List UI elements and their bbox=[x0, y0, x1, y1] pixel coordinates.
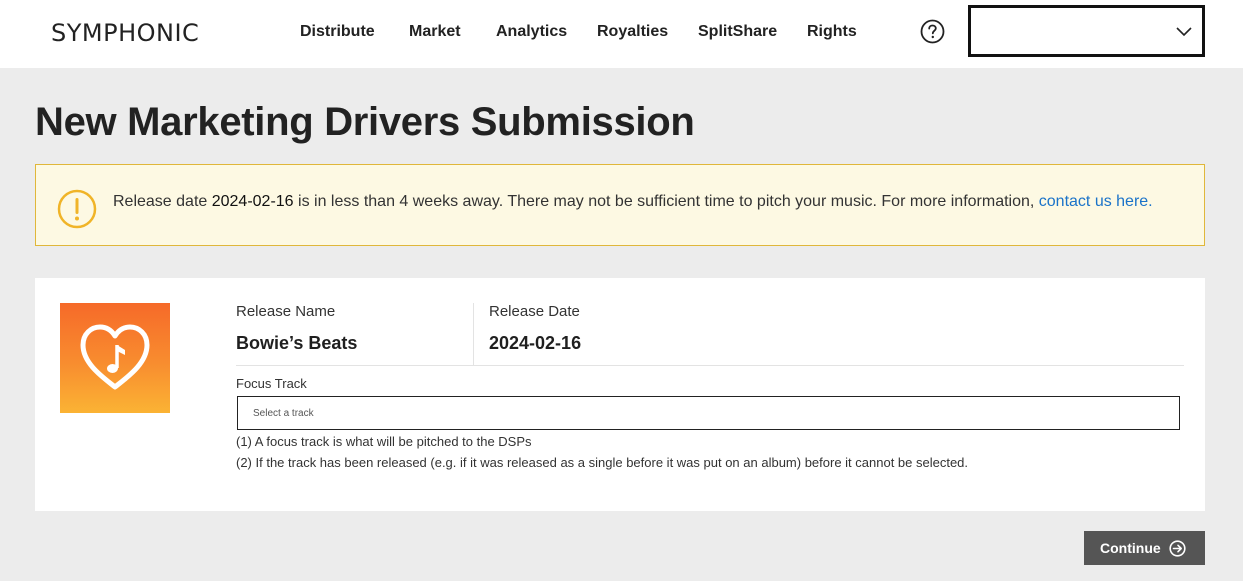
focus-track-label: Focus Track bbox=[236, 376, 307, 391]
heart-music-note-icon bbox=[80, 324, 150, 390]
chevron-down-icon bbox=[1176, 27, 1192, 37]
release-date-label: Release Date bbox=[489, 303, 580, 320]
warning-body: is in less than 4 weeks away. There may … bbox=[293, 193, 1039, 210]
help-icon[interactable] bbox=[920, 19, 945, 44]
contact-us-link[interactable]: contact us here. bbox=[1039, 193, 1153, 210]
symphonic-logo[interactable]: SYMPHONIC bbox=[51, 18, 199, 48]
nav-distribute[interactable]: Distribute bbox=[300, 20, 375, 44]
nav-market[interactable]: Market bbox=[409, 20, 461, 44]
release-cover-art bbox=[60, 303, 170, 413]
focus-note-2: (2) If the track has been released (e.g.… bbox=[236, 455, 969, 470]
arrow-right-circle-icon bbox=[1169, 540, 1186, 557]
release-name-value: Bowie’s Beats bbox=[236, 333, 358, 353]
page-title: New Marketing Drivers Submission bbox=[35, 100, 695, 144]
release-name-label: Release Name bbox=[236, 303, 336, 320]
warning-date: 2024-02-16 bbox=[211, 193, 294, 210]
account-dropdown[interactable] bbox=[968, 5, 1205, 57]
warning-icon bbox=[57, 189, 97, 229]
continue-button[interactable]: Continue bbox=[1084, 531, 1205, 565]
nav-splitshare[interactable]: SplitShare bbox=[698, 20, 777, 44]
top-header: SYMPHONIC Distribute Market Analytics Ro… bbox=[0, 0, 1243, 68]
focus-track-select[interactable]: Select a track bbox=[237, 396, 1180, 430]
nav-analytics[interactable]: Analytics bbox=[496, 20, 567, 44]
section-divider bbox=[236, 365, 1184, 366]
warning-prefix: Release date bbox=[113, 193, 212, 210]
warning-message: Release date 2024-02-16 is in less than … bbox=[113, 191, 1153, 213]
continue-label: Continue bbox=[1100, 540, 1161, 556]
nav-royalties[interactable]: Royalties bbox=[597, 20, 668, 44]
column-divider bbox=[473, 303, 474, 365]
release-date-warning: Release date 2024-02-16 is in less than … bbox=[35, 164, 1205, 246]
nav-rights[interactable]: Rights bbox=[807, 20, 857, 44]
release-card: Release Name Bowie’s Beats Release Date … bbox=[35, 278, 1205, 511]
focus-note-1: (1) A focus track is what will be pitche… bbox=[236, 434, 532, 449]
focus-track-placeholder: Select a track bbox=[253, 408, 314, 419]
release-date-value: 2024-02-16 bbox=[489, 333, 582, 353]
